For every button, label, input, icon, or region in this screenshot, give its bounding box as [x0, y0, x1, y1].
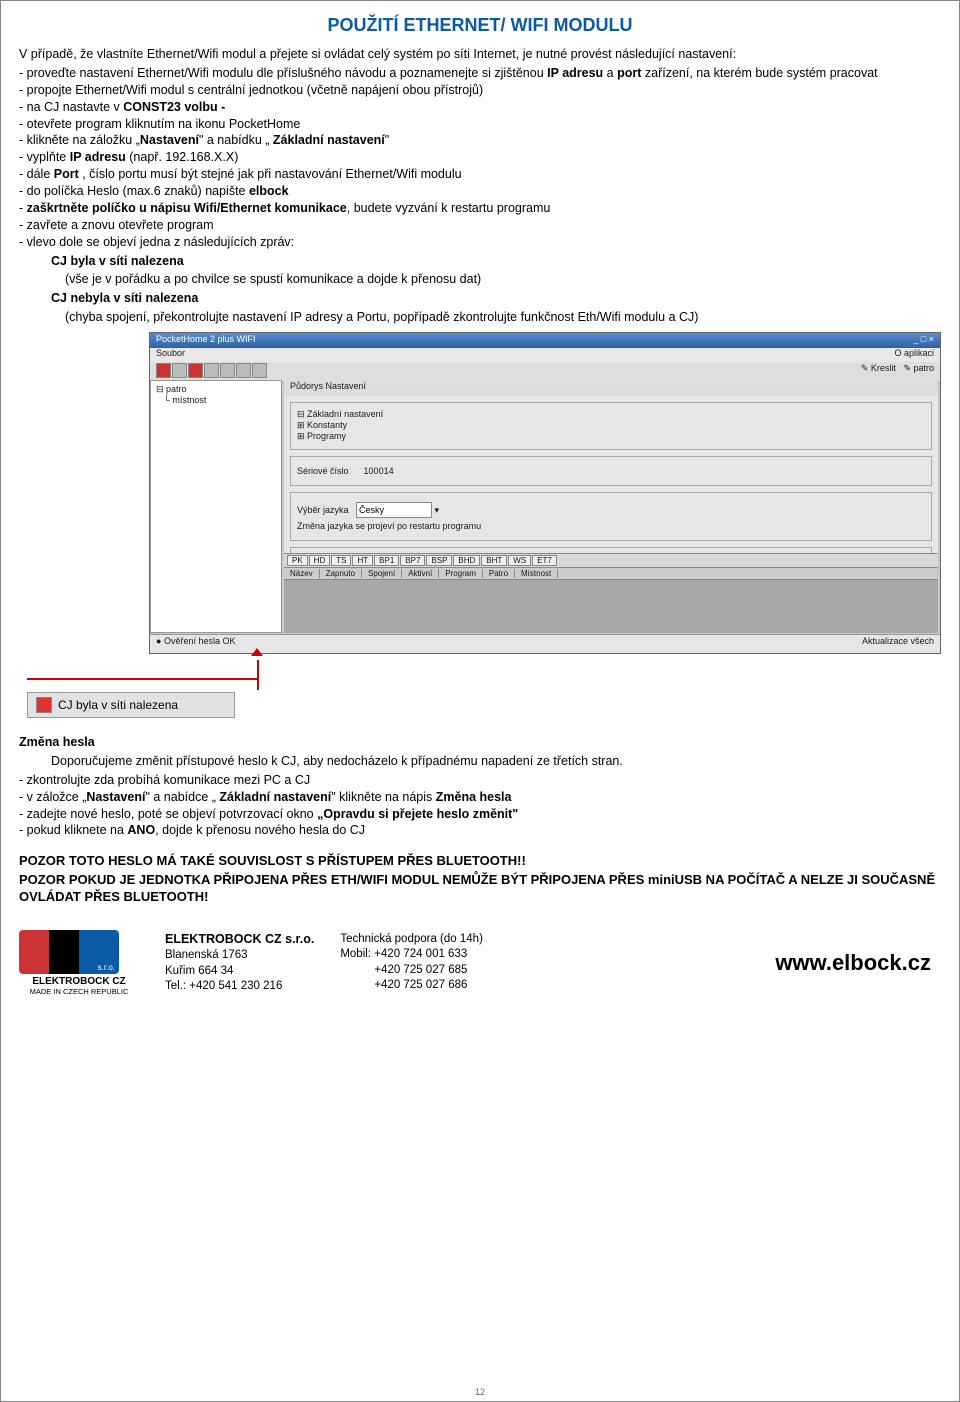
- grid-tab[interactable]: ET7: [532, 555, 557, 566]
- grid-tab[interactable]: BHT: [481, 555, 507, 566]
- cj-notfound-heading: CJ nebyla v síti nalezena: [51, 291, 198, 305]
- grid-tab[interactable]: WS: [508, 555, 531, 566]
- lang-note: Změna jazyka se projeví po restartu prog…: [297, 521, 925, 531]
- footer-address: ELEKTROBOCK CZ s.r.o. Blanenská 1763 Kuř…: [165, 931, 314, 995]
- list-item: vyplňte IP adresu (např. 192.168.X.X): [19, 149, 941, 166]
- grid-tab[interactable]: BP7: [400, 555, 425, 566]
- section2-bullets: zkontrolujte zda probíhá komunikace mezi…: [19, 772, 941, 840]
- grid-col: Název: [284, 569, 320, 578]
- cj-found-sub: (vše je v pořádku a po chvilce se spustí…: [19, 271, 941, 288]
- intro-text: V případě, že vlastníte Ethernet/Wifi mo…: [19, 46, 941, 63]
- list-item: pokud kliknete na ANO, dojde k přenosu n…: [19, 822, 941, 839]
- grid-tab[interactable]: TS: [331, 555, 351, 566]
- list-item: dále Port , číslo portu musí být stejné …: [19, 166, 941, 183]
- status-icon: [36, 697, 52, 713]
- list-item: do políčka Heslo (max.6 znaků) napište e…: [19, 183, 941, 200]
- status-popup-text: CJ byla v síti nalezena: [58, 698, 178, 712]
- lang-select[interactable]: [356, 502, 432, 518]
- menu-about[interactable]: O aplikaci: [894, 348, 934, 358]
- status-left: Ověření hesla OK: [164, 636, 236, 646]
- list-item: zadejte nové heslo, poté se objeví potvr…: [19, 806, 941, 823]
- grid-col: Aktivní: [402, 569, 439, 578]
- list-item: zkontrolujte zda probíhá komunikace mezi…: [19, 772, 941, 789]
- nav-programy[interactable]: ⊞ Programy: [297, 431, 925, 442]
- list-item: v záložce „Nastavení" a nabídce „ Základ…: [19, 789, 941, 806]
- page-footer: ELEKTROBOCK CZ MADE IN CZECH REPUBLIC EL…: [19, 930, 941, 996]
- app-screenshot: PocketHome 2 plus WIFI _ □ × Soubor O ap…: [149, 332, 941, 654]
- menu-soubor[interactable]: Soubor: [156, 348, 185, 358]
- nav-konstanty[interactable]: ⊞ Konstanty: [297, 420, 925, 431]
- grid-tab[interactable]: HT: [352, 555, 373, 566]
- grid-tab[interactable]: BHD: [453, 555, 480, 566]
- main-bullets: proveďte nastavení Ethernet/Wifi modulu …: [19, 65, 941, 251]
- footer-support: Technická podpora (do 14h) Mobil: +420 7…: [340, 932, 483, 994]
- website-link[interactable]: www.elbock.cz: [775, 950, 931, 976]
- grid-tab[interactable]: BSP: [426, 555, 452, 566]
- window-controls-icon[interactable]: _ □ ×: [913, 334, 934, 349]
- list-item: na CJ nastavte v CONST23 volbu -: [19, 99, 941, 116]
- list-item: proveďte nastavení Ethernet/Wifi modulu …: [19, 65, 941, 82]
- grid-tab[interactable]: HD: [309, 555, 331, 566]
- list-item: zaškrtněte políčko u nápisu Wifi/Etherne…: [19, 200, 941, 217]
- grid-col: Zapnuto: [320, 569, 362, 578]
- list-item: vlevo dole se objeví jedna z následující…: [19, 234, 941, 251]
- list-item: otevřete program kliknutím na ikonu Pock…: [19, 116, 941, 133]
- section2-intro: Doporučujeme změnit přístupové heslo k C…: [19, 753, 941, 770]
- cj-notfound-sub: (chyba spojení, překontrolujte nastavení…: [19, 309, 941, 326]
- company-logo: ELEKTROBOCK CZ MADE IN CZECH REPUBLIC: [19, 930, 139, 996]
- page-number: 12: [1, 1387, 959, 1397]
- status-popup: CJ byla v síti nalezena: [27, 692, 235, 718]
- warning-1: POZOR TOTO HESLO MÁ TAKÉ SOUVISLOST S PŘ…: [19, 853, 941, 870]
- lang-label: Výběr jazyka: [297, 505, 349, 515]
- grid-col: Patro: [483, 569, 515, 578]
- warning-2: POZOR POKUD JE JEDNOTKA PŘIPOJENA PŘES E…: [19, 872, 941, 906]
- list-item: klikněte na záložku „Nastavení" a nabídk…: [19, 132, 941, 149]
- toolbar-right[interactable]: ✎ Kreslit ✎ patro: [861, 363, 934, 381]
- grid-header: NázevZapnutoSpojeníAktivníProgramPatroMí…: [284, 568, 938, 580]
- grid-tabs[interactable]: PKHDTSHTBP1BP7BSPBHDBHTWSET7: [284, 553, 938, 568]
- list-item: zavřete a znovu otevřete program: [19, 217, 941, 234]
- grid-col: Místnost: [515, 569, 558, 578]
- list-item: propojte Ethernet/Wifi modul s centrální…: [19, 82, 941, 99]
- nav-zakladni[interactable]: ⊟ Základní nastavení: [297, 409, 925, 420]
- window-title: PocketHome 2 plus WIFI: [156, 334, 256, 349]
- section2-title: Změna hesla: [19, 735, 95, 749]
- serial-label: Sériové číslo: [297, 466, 349, 476]
- grid-tab[interactable]: PK: [287, 555, 308, 566]
- tree-panel[interactable]: ⊟ patro └ místnost: [150, 380, 282, 633]
- grid-col: Program: [439, 569, 483, 578]
- serial-value: 100014: [364, 466, 394, 476]
- toolbar-icons[interactable]: [156, 363, 268, 381]
- grid-col: Spojení: [362, 569, 402, 578]
- page-title: POUŽITÍ ETHERNET/ WIFI MODULU: [19, 15, 941, 36]
- status-right[interactable]: Aktualizace všech: [862, 636, 934, 652]
- callout-arrow: [27, 656, 941, 686]
- grid-tab[interactable]: BP1: [374, 555, 399, 566]
- cj-found-heading: CJ byla v síti nalezena: [51, 254, 184, 268]
